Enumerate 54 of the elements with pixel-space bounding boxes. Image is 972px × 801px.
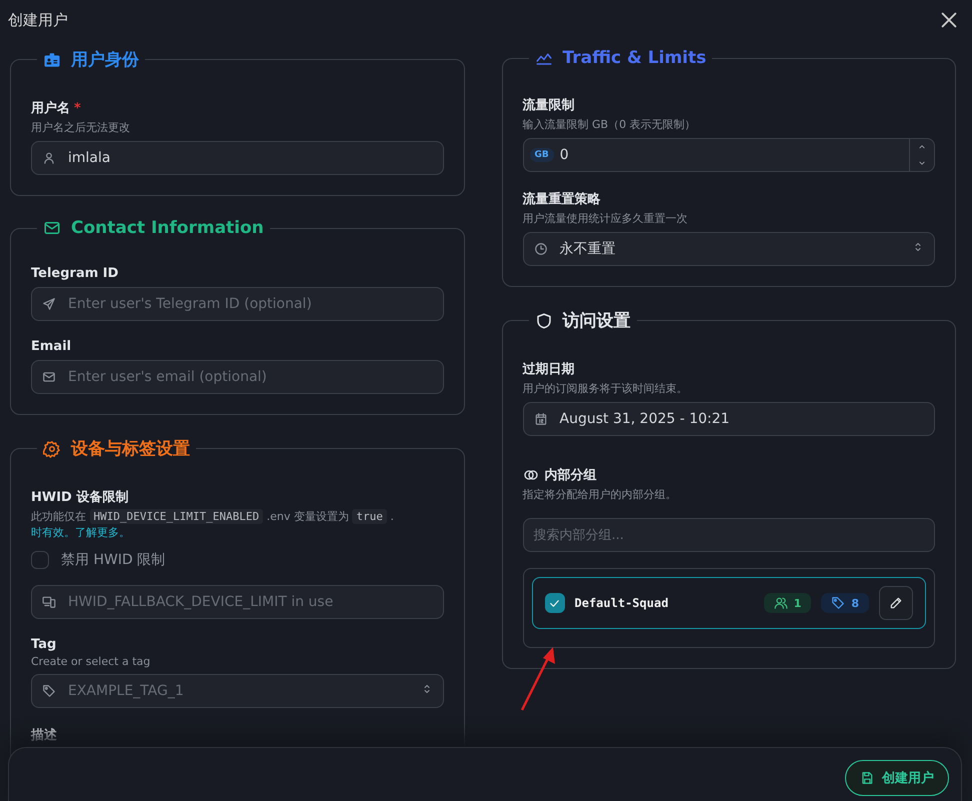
input-field[interactable]: imlala [31, 141, 444, 175]
checkbox[interactable] [31, 550, 49, 569]
unit-badge: GB [530, 148, 554, 162]
user-icon [42, 151, 56, 165]
field-hint: Create or select a tag [31, 654, 152, 668]
input-field[interactable]: August 31, 2025 - 10:21 [522, 402, 935, 436]
field-label: 用户名 [31, 100, 70, 117]
field-hint: 输入流量限制 GB（0 表示无限制） [522, 117, 697, 132]
send-icon [42, 297, 56, 311]
required-mark: * [74, 100, 81, 116]
field-label: 过期日期 [522, 361, 574, 378]
field-label: HWID 设备限制 [31, 489, 128, 506]
checkbox-label: 禁用 HWID 限制 [61, 550, 166, 569]
mail-icon [43, 219, 61, 237]
section-title: Contact Information [71, 218, 264, 238]
field-label: Tag [31, 636, 56, 652]
group-item[interactable]: Default-Squad 1 8 [532, 577, 926, 629]
field-hint: 指定将分配给用户的内部分组。 [522, 487, 678, 502]
section-title: 设备与标签设置 [71, 438, 190, 460]
group-name: Default-Squad [574, 596, 670, 610]
feature-note: 此功能仅在 HWID_DEVICE_LIMIT_ENABLED .env 变量设置为 true . 时有效。了解更多。 [31, 509, 395, 541]
field-label: 流量重置策略 [522, 190, 600, 208]
id-card-icon [43, 50, 61, 68]
mail-icon [42, 370, 56, 384]
shield-icon [534, 312, 552, 330]
devices-icon [42, 594, 56, 609]
gear-icon [43, 440, 61, 458]
pencil-icon [889, 596, 903, 610]
section-title: Traffic & Limits [562, 48, 706, 68]
create-button[interactable]: 创建用户 [845, 760, 949, 796]
field-hint: 用户名之后无法更改 [31, 120, 131, 135]
tags-badge: 8 [821, 593, 869, 613]
save-icon [860, 771, 874, 785]
number-field[interactable]: GB 0 [522, 138, 935, 172]
select-field[interactable]: 永不重置 [522, 232, 935, 266]
calendar-icon [534, 412, 548, 426]
field-label: Email [31, 339, 72, 354]
section-title: 访问设置 [562, 310, 630, 332]
field-label: 描述 [31, 726, 57, 744]
users-icon [774, 596, 788, 610]
field-hint: 用户的订阅服务将于该时间结束。 [522, 381, 688, 396]
members-badge: 1 [764, 593, 812, 613]
field-label: Telegram ID [31, 266, 118, 281]
tag-icon [42, 684, 56, 698]
learn-more-link[interactable]: 时有效。了解更多。 [31, 526, 130, 539]
section-title: 用户身份 [71, 49, 139, 71]
field-hint: 用户流量使用统计应多久重置一次 [522, 211, 688, 226]
clock-icon [534, 242, 548, 256]
checkbox[interactable] [544, 593, 564, 613]
edit-button[interactable] [879, 586, 913, 620]
tag-icon [831, 596, 846, 610]
field-label: 内部分组 [544, 466, 596, 484]
field-label: 流量限制 [522, 96, 574, 114]
dialog-title: 创建用户 [8, 10, 68, 30]
